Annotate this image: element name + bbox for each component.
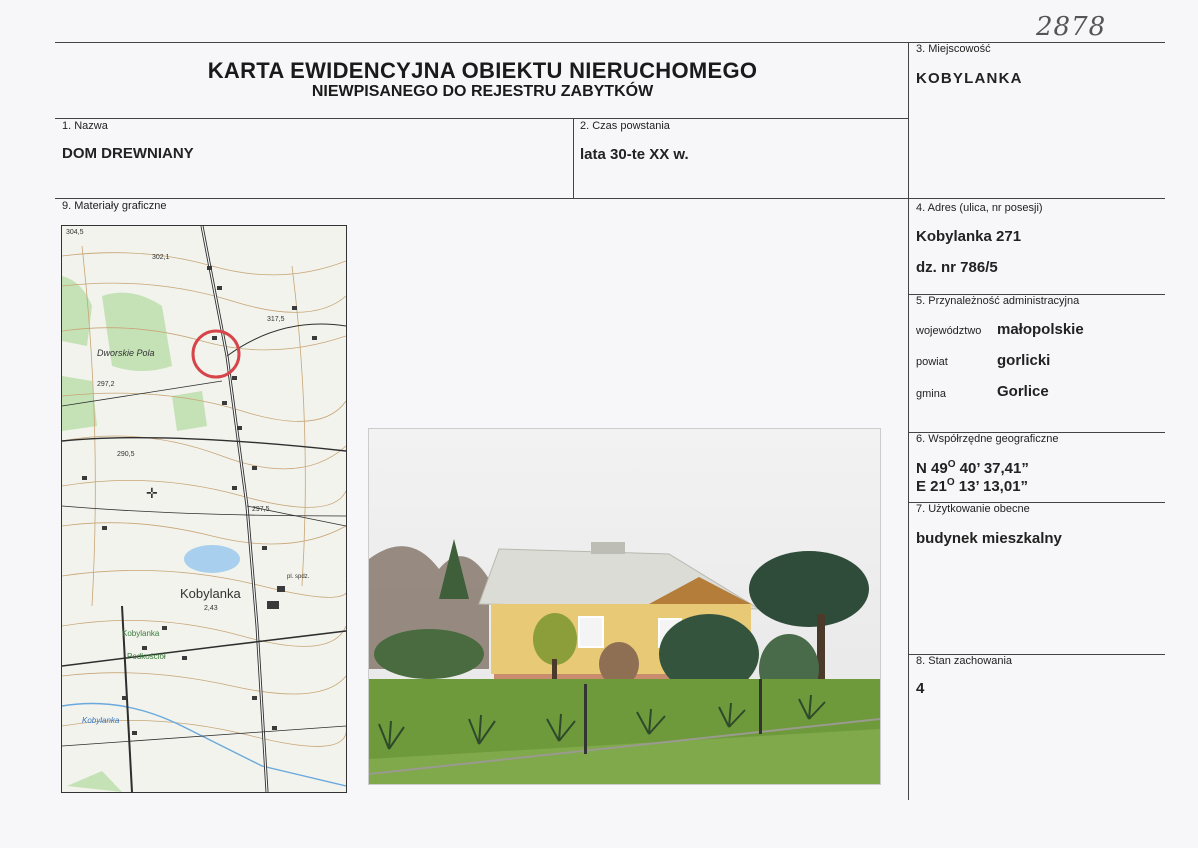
locality-value: KOBYLANKA <box>916 70 1023 87</box>
condition-value: 4 <box>916 680 925 697</box>
shrub <box>533 613 577 665</box>
condition-label: 8. Stan zachowania <box>916 655 1013 667</box>
county-label: powiat <box>916 356 948 368</box>
map-height-6: 2,43 <box>204 605 218 612</box>
name-label: 1. Nazwa <box>62 120 108 132</box>
map-label-podkosciol: Podkościół <box>127 652 166 661</box>
hedge <box>374 629 484 679</box>
map-label-kobylanka-river: Kobylanka <box>82 716 120 725</box>
name-period-divider <box>573 118 574 198</box>
topographic-map: ✛ Dworskie Pola Kobylanka Kobylanka Podk… <box>61 225 347 793</box>
voivodeship-label: województwo <box>916 325 982 337</box>
house-photo-drawing <box>369 429 880 784</box>
map-height-5: 297,5 <box>252 506 270 513</box>
page-subtitle: NIEWPISANEGO DO REJESTRU ZABYTKÓW <box>311 83 654 100</box>
address-line1: Kobylanka 271 <box>916 228 1022 245</box>
map-drawing: ✛ Dworskie Pola Kobylanka Kobylanka Podk… <box>62 226 346 792</box>
address-line2: dz. nr 786/5 <box>916 259 998 276</box>
top-rule <box>55 42 1165 43</box>
address-label: 4. Adres (ulica, nr posesji) <box>916 202 1043 214</box>
right-column-rule <box>908 42 909 800</box>
usage-label: 7. Użytkowanie obecne <box>916 503 1030 515</box>
record-card: 2878 KARTA EWIDENCYJNA OBIEKTU NIERUCHOM… <box>0 0 1198 848</box>
coords-label: 6. Współrzędne geograficzne <box>916 433 1059 445</box>
map-label-pl-spdz: pl. spdz. <box>287 574 310 580</box>
admin-label: 5. Przynależność administracyjna <box>916 295 1080 307</box>
commune-value: Gorlice <box>997 383 1049 400</box>
map-height-1: 317,5 <box>267 316 285 323</box>
map-label-kobylanka: Kobylanka <box>180 586 241 601</box>
map-height-2: 302,1 <box>152 254 170 261</box>
house-photo <box>368 428 881 785</box>
graphics-label: 9. Materiały graficzne <box>62 200 167 212</box>
map-label-kobylanka-small: Kobylanka <box>122 629 160 638</box>
locality-label: 3. Miejscowość <box>916 43 991 55</box>
map-label-dworskie-pola: Dworskie Pola <box>97 348 155 358</box>
coords-north: N 49O 40’ 37,41” <box>916 459 1029 477</box>
page-title: KARTA EWIDENCYJNA OBIEKTU NIERUCHOMEGO <box>207 58 758 83</box>
rule-name-bottom <box>55 198 1165 199</box>
catalog-number: 2878 <box>1036 12 1107 42</box>
voivodeship-value: małopolskie <box>997 321 1084 338</box>
period-value: lata 30-te XX w. <box>580 146 689 163</box>
commune-label: gmina <box>916 388 946 400</box>
map-height-4: 290,5 <box>117 451 135 458</box>
period-label: 2. Czas powstania <box>580 120 670 132</box>
pine-tree <box>749 551 869 627</box>
map-height-7: 304,5 <box>66 229 84 236</box>
chimney <box>591 542 625 554</box>
pond <box>184 545 240 573</box>
house-window <box>578 616 604 648</box>
name-value: DOM DREWNIANY <box>62 145 194 162</box>
fence-post <box>584 684 587 754</box>
county-value: gorlicki <box>997 352 1051 369</box>
usage-value: budynek mieszkalny <box>916 530 1062 547</box>
map-height-3: 297,2 <box>97 381 115 388</box>
rule-title-bottom <box>55 118 908 119</box>
fence-post <box>759 679 762 734</box>
church-icon: ✛ <box>146 486 158 502</box>
coords-east: E 21O 13’ 13,01” <box>916 477 1029 495</box>
